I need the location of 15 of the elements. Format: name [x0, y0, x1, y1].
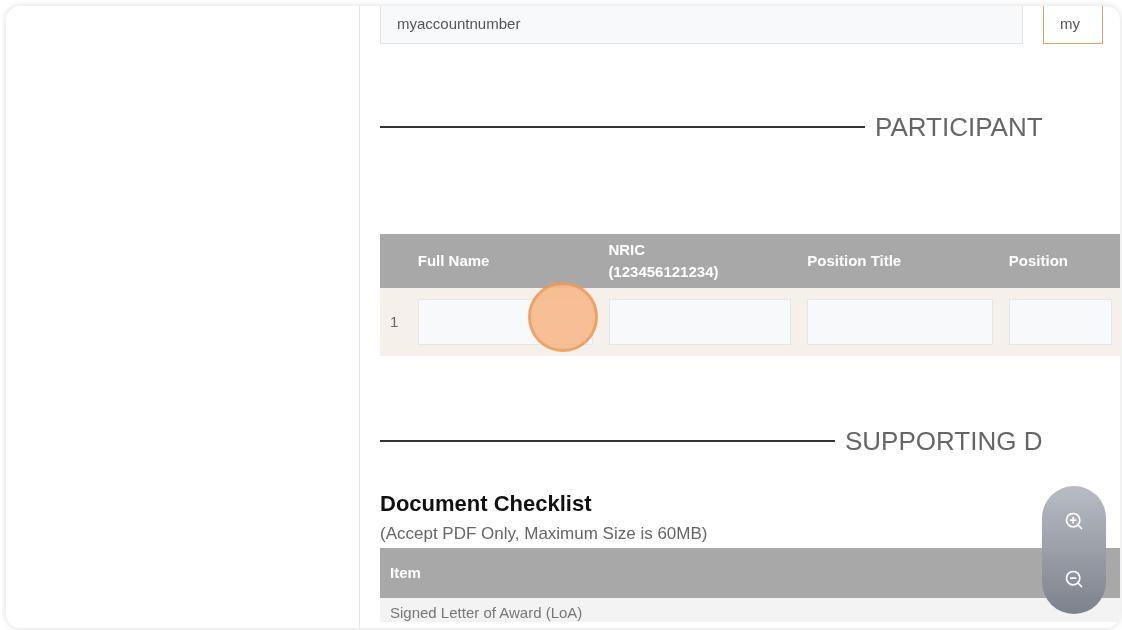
text-field[interactable]: my [1043, 6, 1103, 44]
checklist-note: (Accept PDF Only, Maximum Size is 60MB) [380, 523, 709, 545]
table-cell: Signed Letter of Award (LoA) [390, 604, 583, 622]
zoom-in-icon [1064, 511, 1084, 531]
section-heading: SUPPORTING D [845, 428, 1043, 454]
text-field[interactable]: myaccountnumber [380, 6, 1023, 44]
section-heading: PARTICIPANT [875, 114, 1043, 140]
column-header: Position [1008, 251, 1068, 271]
column-header: NRIC (123456121234) [608, 240, 720, 282]
column-header: Position Title [807, 251, 902, 271]
row-number: 1 [390, 313, 399, 330]
checklist-title: Document Checklist [380, 490, 593, 518]
zoom-out-icon [1064, 569, 1084, 589]
column-header: Item [390, 562, 421, 583]
column-header: Full Name [417, 251, 490, 271]
